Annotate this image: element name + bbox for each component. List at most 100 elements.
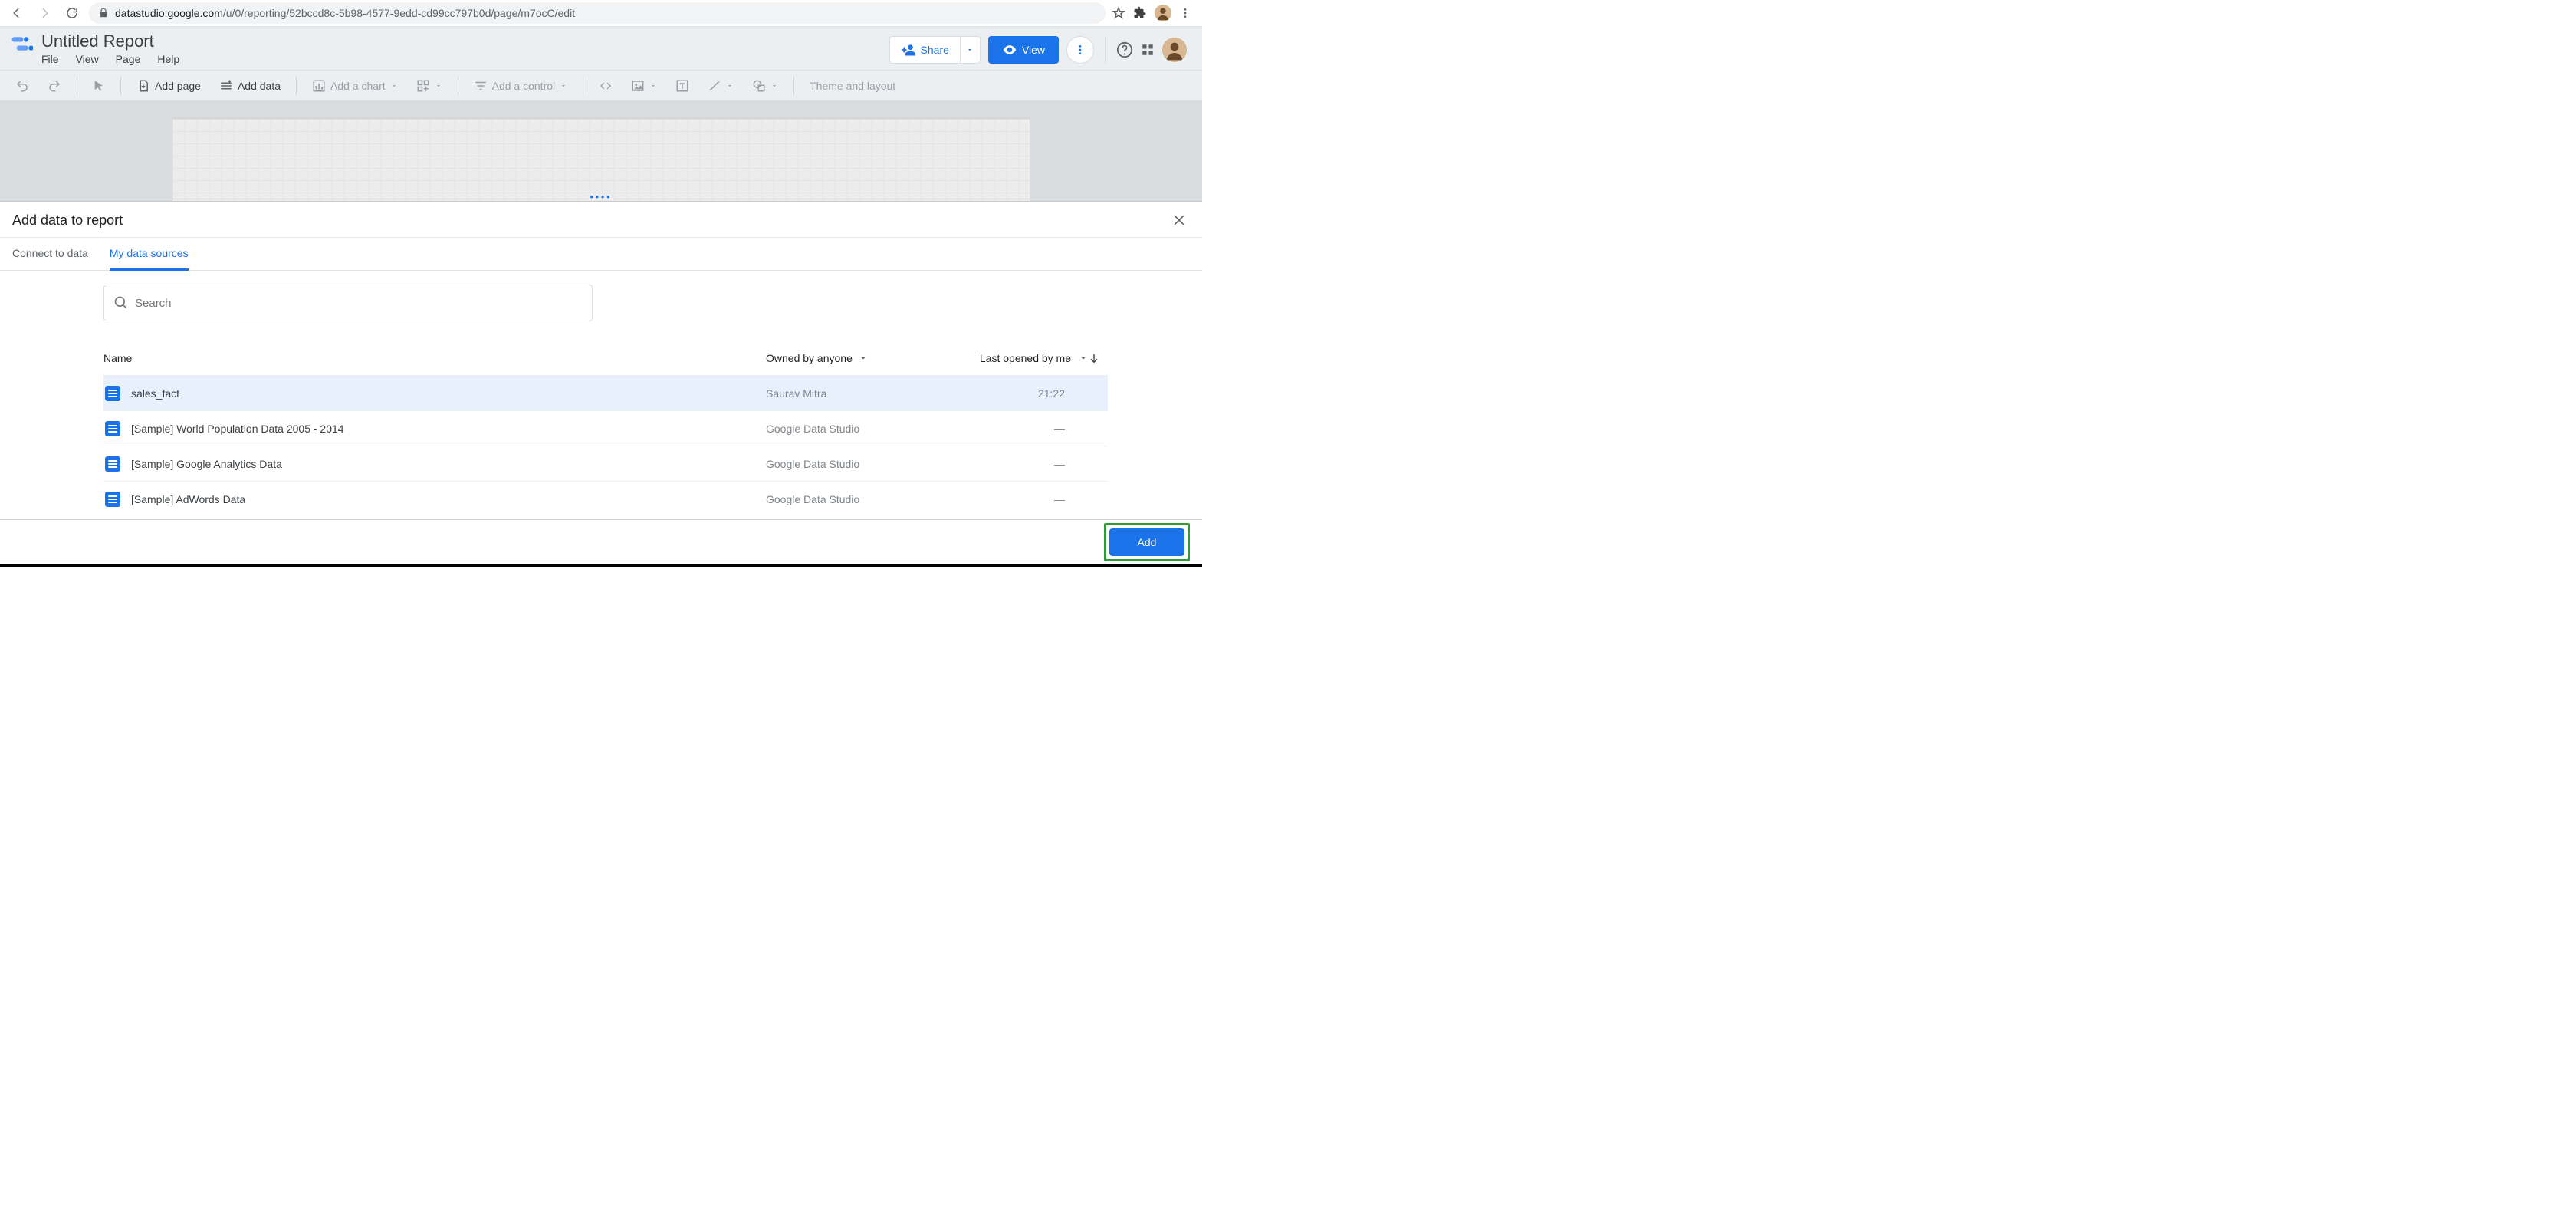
view-label: View	[1022, 44, 1045, 56]
line-button[interactable]	[702, 76, 740, 96]
browser-address-bar[interactable]: datastudio.google.com/u/0/reporting/52bc…	[89, 2, 1106, 24]
data-source-icon	[105, 421, 120, 436]
add-button[interactable]: Add	[1109, 528, 1184, 556]
data-source-owner: Google Data Studio	[766, 493, 942, 505]
report-title[interactable]: Untitled Report	[41, 31, 179, 51]
share-button[interactable]: Share	[890, 42, 960, 58]
tab-connect-to-data[interactable]: Connect to data	[12, 238, 88, 270]
data-source-icon	[105, 456, 120, 472]
column-opened-label: Last opened by me	[980, 352, 1071, 364]
app-header: Untitled Report File View Page Help Shar…	[0, 27, 1202, 71]
tab-my-data-sources[interactable]: My data sources	[110, 238, 189, 271]
close-panel-button[interactable]	[1168, 209, 1190, 231]
data-source-opened: —	[942, 458, 1108, 470]
search-box[interactable]	[104, 285, 593, 321]
column-opened-filter[interactable]: Last opened by me	[942, 352, 1088, 364]
account-avatar[interactable]	[1162, 38, 1187, 62]
chevron-down-icon	[1079, 354, 1088, 363]
menu-bar: File View Page Help	[41, 51, 179, 70]
selection-tool[interactable]	[87, 77, 111, 95]
extensions-icon[interactable]	[1133, 6, 1147, 20]
help-icon[interactable]	[1116, 41, 1133, 58]
data-source-name: [Sample] World Population Data 2005 - 20…	[131, 423, 766, 435]
chart-icon	[312, 79, 326, 93]
data-source-row[interactable]: [Sample] Google Analytics DataGoogle Dat…	[104, 446, 1108, 481]
share-label: Share	[921, 44, 949, 56]
browser-back-button[interactable]	[6, 2, 28, 24]
community-viz-button[interactable]	[410, 76, 449, 96]
editor-toolbar: Add page Add data Add a chart Add a cont…	[0, 71, 1202, 101]
chevron-down-icon	[390, 82, 398, 90]
add-data-button[interactable]: Add data	[213, 76, 287, 96]
menu-view[interactable]: View	[76, 53, 99, 65]
column-owner-filter[interactable]: Owned by anyone	[766, 352, 942, 364]
apps-grid-icon[interactable]	[1141, 43, 1155, 57]
add-control-button[interactable]: Add a control	[468, 76, 574, 96]
url-path: /u/0/reporting/52bccd8c-5b98-4577-9edd-c…	[223, 7, 575, 19]
theme-label: Theme and layout	[810, 80, 895, 92]
data-source-icon	[105, 386, 120, 401]
redo-button[interactable]	[41, 76, 67, 96]
data-plus-icon	[219, 79, 233, 93]
browser-forward-button[interactable]	[34, 2, 55, 24]
panel-title: Add data to report	[12, 212, 123, 229]
column-name[interactable]: Name	[104, 352, 766, 364]
embed-button[interactable]	[593, 76, 619, 96]
data-source-row[interactable]: sales_factSaurav Mitra21:22	[104, 375, 1108, 410]
person-add-icon	[901, 42, 916, 58]
text-button[interactable]	[669, 76, 695, 96]
shape-button[interactable]	[746, 76, 784, 96]
canvas-area: ••••	[0, 101, 1202, 201]
undo-button[interactable]	[9, 76, 35, 96]
add-chart-label: Add a chart	[330, 80, 386, 92]
panel-footer: Add	[0, 519, 1202, 564]
menu-page[interactable]: Page	[116, 53, 141, 65]
view-button[interactable]: View	[988, 36, 1059, 64]
add-page-button[interactable]: Add page	[130, 76, 207, 96]
data-source-list-header: Name Owned by anyone Last opened by me	[104, 352, 1108, 375]
data-source-row[interactable]: [Sample] World Population Data 2005 - 20…	[104, 410, 1108, 446]
data-source-opened: —	[942, 423, 1108, 435]
page-plus-icon	[136, 79, 150, 93]
lock-icon	[98, 8, 109, 18]
menu-help[interactable]: Help	[157, 53, 179, 65]
data-source-opened: —	[942, 493, 1108, 505]
add-control-label: Add a control	[492, 80, 556, 92]
data-source-owner: Google Data Studio	[766, 423, 942, 435]
add-data-label: Add data	[238, 80, 281, 92]
add-data-panel: Add data to report Connect to data My da…	[0, 201, 1202, 519]
url-domain: datastudio.google.com	[115, 7, 223, 19]
image-button[interactable]	[625, 76, 663, 96]
sort-direction-button[interactable]	[1088, 352, 1108, 364]
search-input[interactable]	[135, 297, 583, 310]
share-button-group: Share	[889, 36, 981, 64]
add-button-highlight: Add	[1104, 523, 1190, 561]
browser-reload-button[interactable]	[61, 2, 83, 24]
browser-toolbar: datastudio.google.com/u/0/reporting/52bc…	[0, 0, 1202, 27]
data-source-name: [Sample] AdWords Data	[131, 493, 766, 505]
add-chart-button[interactable]: Add a chart	[306, 76, 404, 96]
data-source-row[interactable]: [Sample] AdWords DataGoogle Data Studio—	[104, 481, 1108, 516]
datastudio-logo[interactable]	[9, 31, 34, 56]
filter-icon	[474, 79, 488, 93]
data-source-owner: Saurav Mitra	[766, 387, 942, 400]
data-source-opened: 21:22	[942, 387, 1108, 400]
panel-drag-handle[interactable]: ••••	[590, 194, 613, 201]
search-icon	[113, 295, 129, 311]
report-canvas[interactable]	[172, 118, 1030, 201]
data-source-owner: Google Data Studio	[766, 458, 942, 470]
eye-icon	[1002, 42, 1017, 58]
column-owner-label: Owned by anyone	[766, 352, 853, 364]
data-source-icon	[105, 492, 120, 507]
data-source-name: sales_fact	[131, 387, 766, 400]
browser-profile-avatar[interactable]	[1155, 5, 1171, 21]
star-icon[interactable]	[1112, 6, 1125, 20]
more-options-button[interactable]	[1066, 36, 1094, 64]
share-dropdown-button[interactable]	[960, 37, 980, 63]
menu-file[interactable]: File	[41, 53, 59, 65]
browser-menu-icon[interactable]	[1179, 7, 1191, 19]
theme-layout-button[interactable]: Theme and layout	[803, 77, 902, 95]
data-source-name: [Sample] Google Analytics Data	[131, 458, 766, 470]
chevron-down-icon	[859, 354, 868, 363]
add-page-label: Add page	[155, 80, 201, 92]
